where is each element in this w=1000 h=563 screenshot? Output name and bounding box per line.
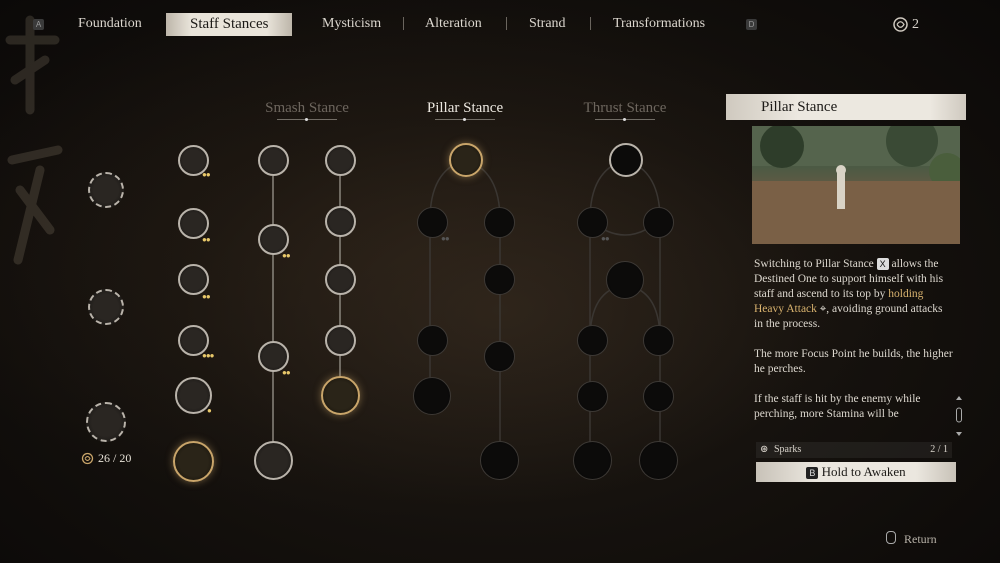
skill-node[interactable] [325, 206, 356, 237]
tier-medallion-3[interactable] [86, 402, 126, 442]
tab-staff-stances[interactable]: Staff Stances [166, 13, 293, 36]
upgrade-dots: ●● [282, 251, 291, 260]
stance-header-pillar[interactable]: Pillar Stance [405, 100, 525, 121]
tab-mysticism[interactable]: Mysticism [322, 16, 381, 32]
skill-node[interactable] [484, 264, 515, 295]
tier-medallion-2[interactable] [88, 289, 124, 325]
skill-node[interactable] [643, 207, 674, 238]
skill-node[interactable] [573, 441, 612, 480]
skill-node-root[interactable] [449, 143, 483, 177]
skill-node[interactable] [606, 261, 644, 299]
skill-node[interactable] [413, 377, 451, 415]
upgrade-dots: ●● [202, 235, 211, 244]
next-tab-key[interactable]: D [746, 19, 757, 30]
sparks-cost: ⊛ Sparks 2 / 1 [756, 442, 952, 458]
desc-paragraph: The more Focus Point he builds, the high… [754, 348, 953, 375]
skill-node[interactable] [325, 264, 356, 295]
skill-node[interactable] [577, 381, 608, 412]
stance-header-smash[interactable]: Smash Stance [247, 100, 367, 121]
tier-medallion-1[interactable] [88, 172, 124, 208]
spark-icon [81, 452, 94, 465]
skill-node-root[interactable] [609, 143, 643, 177]
prev-tab-key[interactable]: A [33, 19, 44, 30]
key-x-icon: X [876, 258, 889, 270]
awaken-label: Hold to Awaken [821, 464, 906, 479]
skill-node[interactable] [480, 441, 519, 480]
skill-node[interactable] [417, 325, 448, 356]
upgrade-dots: ●● [441, 234, 450, 243]
tab-foundation[interactable]: Foundation [78, 16, 142, 32]
detail-panel: Pillar Stance Switching to Pillar Stance… [726, 94, 966, 490]
nav-separator [403, 17, 404, 30]
return-button[interactable]: Return [886, 531, 937, 547]
nav-separator [590, 17, 591, 30]
nav-separator [506, 17, 507, 30]
upgrade-dots: ●● [202, 170, 211, 179]
skill-node-unlocked[interactable] [173, 441, 214, 482]
preview-image [752, 126, 960, 244]
skill-node[interactable] [643, 381, 674, 412]
spark-icon [893, 17, 908, 32]
desc-paragraph: If the staff is hit by the enemy while p… [754, 393, 921, 420]
key-b-icon: B [806, 467, 819, 479]
upgrade-dots: ●● [601, 234, 610, 243]
skill-node[interactable] [484, 341, 515, 372]
awaken-button[interactable]: B Hold to Awaken [756, 462, 956, 482]
spark-progress: 26 / 20 [98, 451, 132, 465]
spark-icon: ⊛ [760, 444, 769, 455]
spark-count: 2 [912, 17, 919, 32]
top-navigation: A Foundation Staff Stances Mysticism Alt… [0, 0, 1000, 50]
sparks-value: 2 / 1 [930, 444, 948, 455]
skill-node[interactable] [639, 441, 678, 480]
desc-text: Switching to Pillar Stance [754, 258, 874, 270]
skill-node[interactable] [643, 325, 674, 356]
skill-node[interactable] [325, 325, 356, 356]
tab-alteration[interactable]: Alteration [425, 16, 482, 32]
skill-node[interactable] [258, 145, 289, 176]
upgrade-dots: ●● [282, 368, 291, 377]
skill-node[interactable] [484, 207, 515, 238]
stance-header-thrust[interactable]: Thrust Stance [565, 100, 685, 121]
skill-node[interactable] [325, 145, 356, 176]
skill-node[interactable] [254, 441, 293, 480]
mouse-right-icon [886, 531, 896, 544]
sparks-label: Sparks [774, 444, 802, 455]
upgrade-dots: ● [207, 406, 212, 415]
return-label: Return [904, 532, 937, 546]
tab-transformations[interactable]: Transformations [613, 16, 705, 32]
skill-tree-lines [272, 176, 341, 444]
skill-description: Switching to Pillar Stance X allows the … [754, 257, 954, 437]
tab-strand[interactable]: Strand [529, 16, 566, 32]
scroll-indicator[interactable] [956, 396, 962, 436]
panel-title: Pillar Stance [726, 94, 966, 120]
skill-node-unlocked[interactable] [321, 376, 360, 415]
upgrade-dots: ●●● [202, 351, 214, 360]
skill-node[interactable] [577, 325, 608, 356]
upgrade-dots: ●● [202, 292, 211, 301]
skill-node[interactable] [178, 264, 209, 295]
